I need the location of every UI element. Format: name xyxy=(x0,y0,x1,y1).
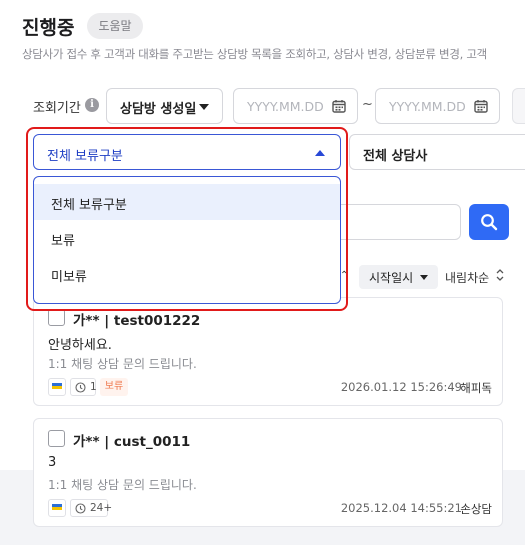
card-datetime: 2025.12.04 14:55:21 xyxy=(340,501,462,515)
info-icon[interactable]: i xyxy=(85,98,99,112)
sort-order-toggle[interactable]: 내림차순 xyxy=(445,269,489,286)
calendar-icon[interactable] xyxy=(474,99,488,113)
date-type-select[interactable]: 상담방 생성일 xyxy=(106,88,223,124)
calendar-icon[interactable] xyxy=(332,99,346,113)
clock-icon xyxy=(75,382,86,393)
clock-icon xyxy=(75,503,86,514)
end-date-placeholder: YYYY.MM.DD xyxy=(389,99,466,114)
hold-status-badge: 보류 xyxy=(100,378,128,396)
up-down-icon[interactable] xyxy=(495,268,505,282)
page-title: 진행중 xyxy=(22,17,75,39)
counselor-select[interactable]: 전체 상담사 xyxy=(349,134,525,170)
period-label: 조회기간 xyxy=(33,101,81,116)
help-button[interactable]: 도움말 xyxy=(87,13,143,39)
card-message: 안녕하세요. xyxy=(48,338,112,353)
card-checkbox[interactable] xyxy=(48,309,65,326)
card-subtitle: 1:1 채팅 상담 문의 드립니다. xyxy=(48,478,197,492)
highlight-frame xyxy=(26,127,348,311)
chat-room-card[interactable]: 가** | test001222 안녕하세요. 1:1 채팅 상담 문의 드립니… xyxy=(33,297,503,406)
date-type-value: 상담방 생성일 xyxy=(120,102,197,117)
start-date-input[interactable]: YYYY.MM.DD xyxy=(233,88,358,124)
caret-down-icon xyxy=(420,275,428,280)
card-datetime: 2026.01.12 15:26:49 xyxy=(340,380,462,394)
search-icon xyxy=(481,214,498,231)
card-message: 3 xyxy=(48,455,57,470)
caret-down-icon xyxy=(199,104,209,110)
card-agent: 해피독 xyxy=(460,381,492,395)
sort-field-select[interactable]: 시작일시 xyxy=(359,265,438,289)
counselor-value: 전체 상담사 xyxy=(363,149,428,164)
timer-value: 24+ xyxy=(90,502,113,514)
timer-badge: 24+ xyxy=(70,499,112,517)
kakao-channel-icon xyxy=(48,378,66,396)
sort-field-value: 시작일시 xyxy=(369,271,414,285)
page-description: 상담사가 접수 후 고객과 대화를 주고받는 상담방 목록을 조회하고, 상담사… xyxy=(22,47,487,61)
card-agent: 손상담 xyxy=(460,502,492,516)
card-title: 가** | test001222 xyxy=(73,313,201,329)
card-title: 가** | cust_0011 xyxy=(73,434,191,450)
period-shortcut-button[interactable] xyxy=(512,88,525,124)
kakao-channel-icon xyxy=(48,499,66,517)
timer-value: 1 xyxy=(90,381,97,393)
chat-room-card[interactable]: 가** | cust_0011 3 1:1 채팅 상담 문의 드립니다. 24+… xyxy=(33,418,503,527)
timer-badge: 1 xyxy=(70,378,97,396)
start-date-placeholder: YYYY.MM.DD xyxy=(247,99,324,114)
card-checkbox[interactable] xyxy=(48,430,65,447)
search-button[interactable] xyxy=(469,204,509,240)
card-subtitle: 1:1 채팅 상담 문의 드립니다. xyxy=(48,357,197,371)
end-date-input[interactable]: YYYY.MM.DD xyxy=(375,88,500,124)
range-separator: ~ xyxy=(362,97,373,112)
